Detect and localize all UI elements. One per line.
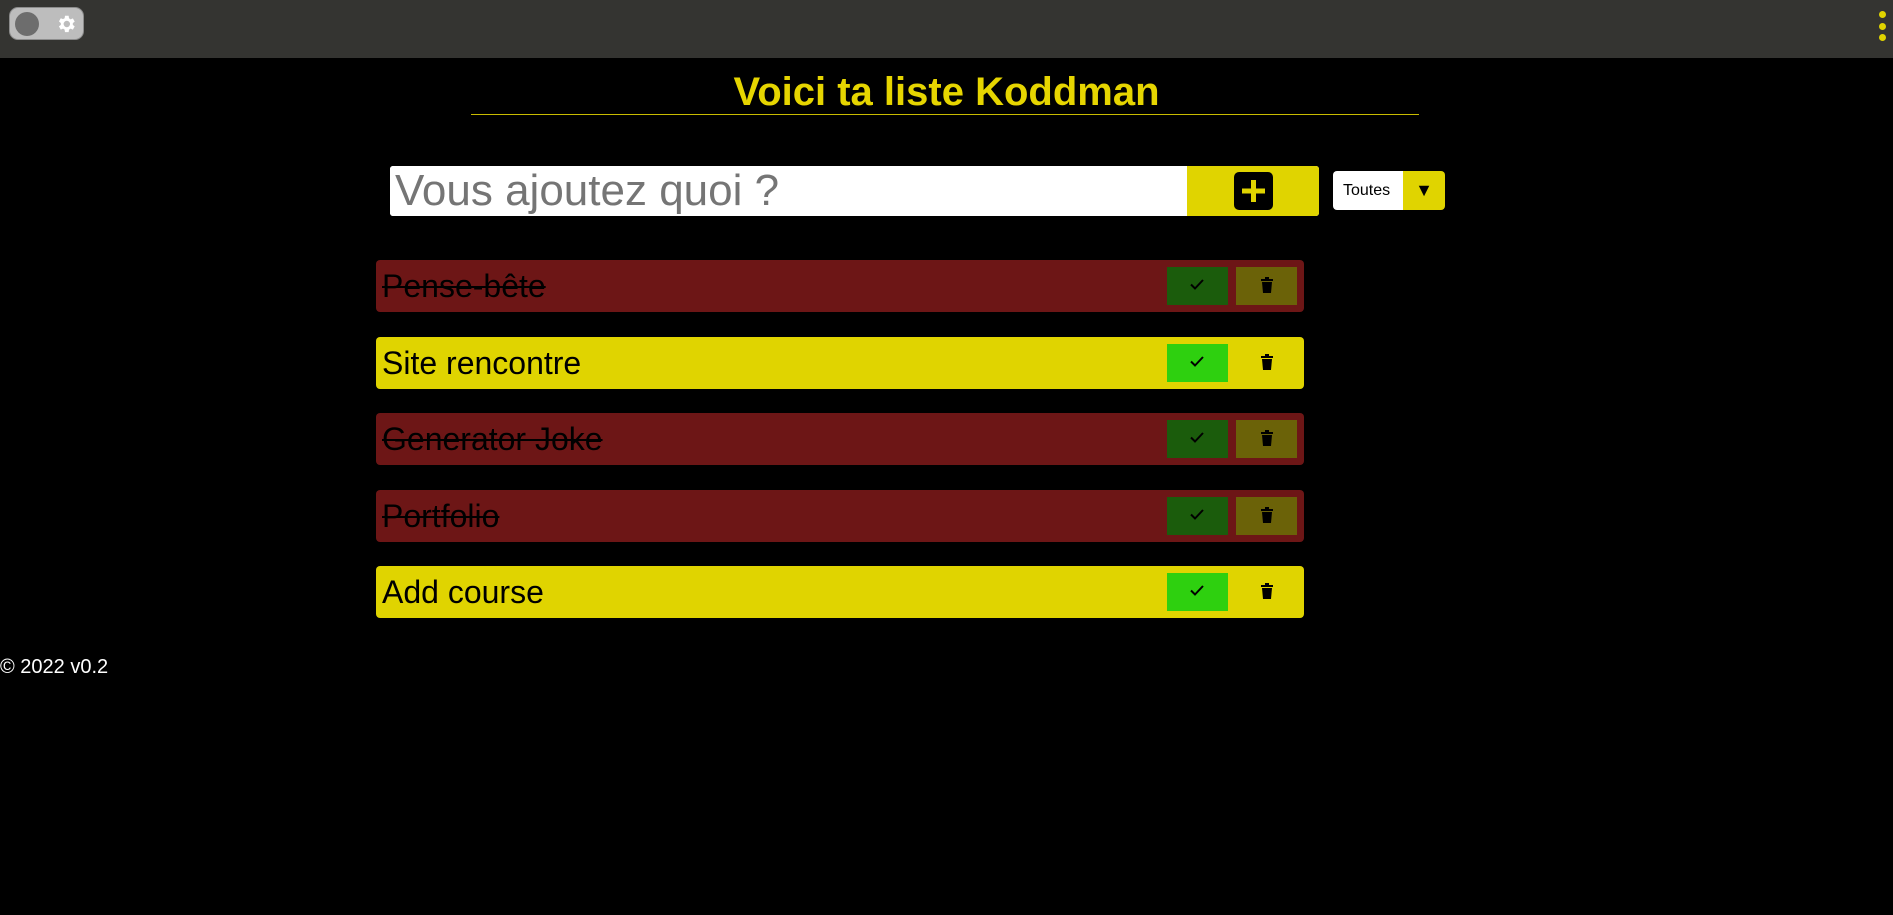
check-icon: [1190, 509, 1204, 520]
add-todo-input[interactable]: [390, 166, 1187, 216]
delete-button[interactable]: [1236, 267, 1297, 305]
trash-icon: [1261, 277, 1273, 293]
delete-button[interactable]: [1236, 497, 1297, 535]
check-icon: [1190, 432, 1204, 443]
filter-selected-value[interactable]: Toutes: [1333, 171, 1403, 210]
todo-item: Site rencontre: [376, 337, 1304, 389]
dropdown-arrow-icon[interactable]: ▼: [1403, 171, 1445, 210]
todo-item: Generator Joke: [376, 413, 1304, 465]
page-title: Voici ta liste Koddman: [733, 70, 1160, 114]
todo-item: Portfolio: [376, 490, 1304, 542]
kebab-menu-icon[interactable]: [1877, 11, 1887, 41]
menu-dot: [1878, 34, 1886, 41]
add-todo-form: [390, 166, 1319, 216]
check-icon: [1190, 279, 1204, 290]
todo-label: Add course: [382, 574, 544, 610]
complete-button[interactable]: [1167, 573, 1228, 611]
add-todo-button[interactable]: [1187, 166, 1319, 216]
footer-copyright: © 2022 v0.2: [0, 656, 109, 678]
plus-icon: [1234, 172, 1273, 210]
todo-label: Portfolio: [382, 498, 500, 534]
trash-icon: [1261, 583, 1273, 599]
top-bar: [0, 0, 1893, 58]
delete-button[interactable]: [1236, 344, 1297, 382]
filter-select[interactable]: Toutes ▼: [1333, 171, 1445, 210]
toggle-knob[interactable]: [15, 12, 39, 36]
todo-label: Site rencontre: [382, 345, 582, 381]
check-icon: [1190, 585, 1204, 596]
complete-button[interactable]: [1167, 420, 1228, 458]
complete-button[interactable]: [1167, 267, 1228, 305]
theme-toggle[interactable]: [9, 7, 84, 40]
complete-button[interactable]: [1167, 344, 1228, 382]
todo-item: Pense-bête: [376, 260, 1304, 312]
gear-icon: [58, 15, 75, 33]
delete-button[interactable]: [1236, 573, 1297, 611]
trash-icon: [1261, 354, 1273, 370]
menu-dot: [1878, 11, 1886, 18]
title-divider: [471, 114, 1419, 115]
trash-icon: [1261, 430, 1273, 446]
trash-icon: [1261, 507, 1273, 523]
menu-dot: [1878, 22, 1886, 30]
delete-button[interactable]: [1236, 420, 1297, 458]
complete-button[interactable]: [1167, 497, 1228, 535]
todo-item: Add course: [376, 566, 1304, 618]
check-icon: [1190, 356, 1204, 367]
todo-label: Generator Joke: [382, 421, 603, 457]
todo-label: Pense-bête: [382, 268, 546, 304]
